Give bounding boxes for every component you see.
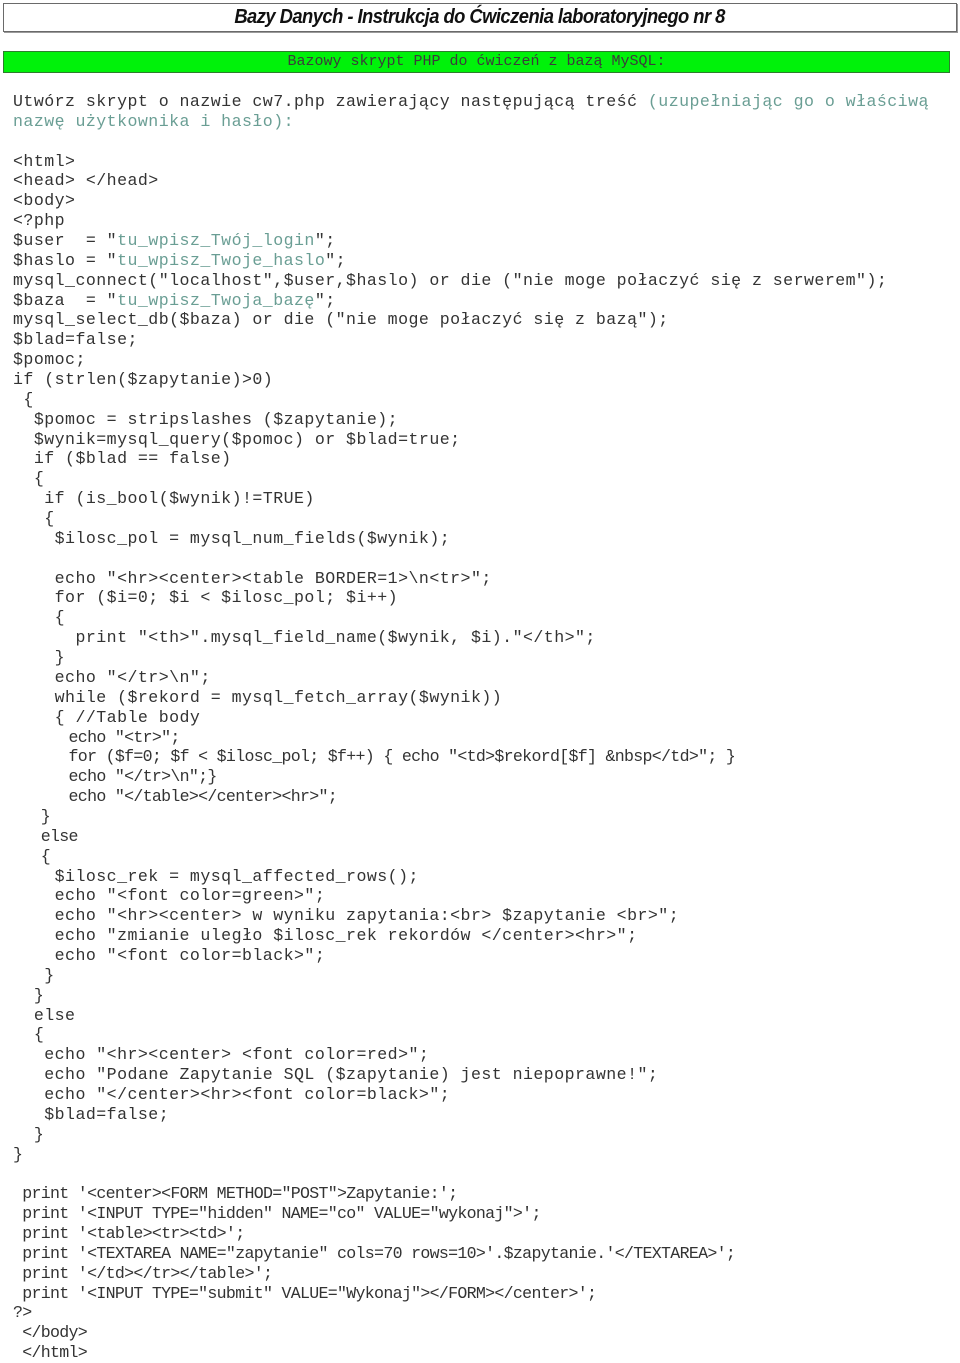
- code-line: <html>: [13, 151, 76, 171]
- intro-line-2: nazwę użytkownika i hasło):: [13, 111, 295, 131]
- code-line: echo "</tr>\n";}: [13, 767, 218, 787]
- code-line: else: [13, 1005, 76, 1025]
- code-line: $wynik=mysql_query($pomoc) or $blad=true…: [13, 429, 461, 449]
- section-heading: Bazowy skrypt PHP do ćwiczeń z bazą MySQ…: [287, 53, 666, 70]
- code-line: echo "<tr>";: [13, 727, 181, 747]
- code-block: <html> <head> </head> <body> <?php $user = …: [13, 152, 953, 1363]
- code-line: if (strlen($zapytanie)>0): [13, 370, 274, 390]
- code-line: if (is_bool($wynik)!=TRUE): [13, 489, 315, 509]
- code-text: ";: [314, 290, 336, 310]
- code-line: <?php: [13, 211, 66, 231]
- code-line: }: [13, 985, 45, 1005]
- code-line: $ilosc_rek = mysql_affected_rows();: [13, 866, 419, 886]
- code-lines-table-body: echo "<tr>"; for ($f=0; $f < $ilosc_pol;…: [13, 728, 953, 867]
- code-line: $blad=false;: [13, 1104, 170, 1124]
- code-line: }: [13, 965, 55, 985]
- code-line: {: [13, 469, 45, 489]
- document-body: Utwórz skrypt o nazwie cw7.php zawierają…: [13, 92, 953, 1363]
- code-line: print '<INPUT TYPE="submit" VALUE="Wykon…: [13, 1283, 597, 1303]
- code-line: { //Table body: [13, 707, 201, 727]
- code-line-haslo: $haslo = "tu_wpisz_Twoje_haslo";: [13, 251, 953, 271]
- code-line-baza: $baza = "tu_wpisz_Twoja_bazę";: [13, 291, 953, 311]
- code-text: $baza = ": [13, 290, 118, 310]
- code-line: {: [13, 509, 55, 529]
- code-line: else: [13, 826, 79, 846]
- document-title: Bazy Danych - Instrukcja do Ćwiczenia la…: [234, 6, 726, 28]
- code-lines-after: mysql_select_db($baza) or die ("nie moge…: [13, 310, 953, 727]
- code-line: while ($rekord = mysql_fetch_array($wyni…: [13, 687, 503, 707]
- code-line: print '</td></tr></table>';: [13, 1263, 273, 1283]
- code-line: print '<center><FORM METHOD="POST">Zapyt…: [13, 1184, 458, 1204]
- code-line: echo "</center><hr><font color=black>";: [13, 1084, 451, 1104]
- code-line: $pomoc = stripslashes ($zapytanie);: [13, 409, 399, 429]
- code-line: <head> </head>: [13, 171, 159, 191]
- password-placeholder: tu_wpisz_Twoje_haslo: [117, 250, 326, 270]
- code-line: echo "zmianie uległo $ilosc_rek rekordów…: [13, 926, 638, 946]
- code-line: print '<TEXTAREA NAME="zapytanie" cols=7…: [13, 1243, 736, 1263]
- code-line: </body>: [13, 1323, 88, 1343]
- login-placeholder: tu_wpisz_Twój_login: [117, 231, 315, 251]
- code-text: ";: [325, 250, 347, 270]
- code-lines-form: print '<center><FORM METHOD="POST">Zapyt…: [13, 1184, 953, 1363]
- code-line: <body>: [13, 191, 76, 211]
- code-line: </html>: [13, 1343, 88, 1363]
- code-line-connect: mysql_connect("localhost",$user,$haslo) …: [13, 270, 888, 290]
- code-line: }: [13, 1124, 45, 1144]
- code-line: }: [13, 1144, 24, 1164]
- code-line: print '<INPUT TYPE="hidden" NAME="co" VA…: [13, 1204, 541, 1224]
- intro-text: Utwórz skrypt o nazwie cw7.php zawierają…: [13, 92, 648, 111]
- code-line: {: [13, 846, 51, 866]
- code-text: $user = ": [13, 231, 118, 251]
- code-line: }: [13, 806, 51, 826]
- code-line: mysql_select_db($baza) or die ("nie moge…: [13, 310, 669, 330]
- document-title-box: Bazy Danych - Instrukcja do Ćwiczenia la…: [3, 3, 957, 32]
- code-line: print "<th>".mysql_field_name($wynik, $i…: [13, 628, 596, 648]
- code-line: ?>: [13, 1303, 32, 1323]
- code-line: echo "</tr>\n";: [13, 667, 211, 687]
- section-heading-box: Bazowy skrypt PHP do ćwiczeń z bazą MySQ…: [3, 51, 950, 73]
- code-line: echo "</table></center><hr>";: [13, 787, 338, 807]
- database-placeholder: tu_wpisz_Twoja_bazę: [117, 290, 315, 310]
- code-line: for ($f=0; $f < $ilosc_pol; $f++) { echo…: [13, 747, 736, 767]
- code-line: {: [13, 389, 34, 409]
- code-lines-else-block: $ilosc_rek = mysql_affected_rows(); echo…: [13, 867, 953, 1185]
- code-text: ";: [314, 231, 336, 251]
- code-line: print '<table><tr><td>';: [13, 1223, 245, 1243]
- code-line: }: [13, 648, 66, 668]
- code-line: echo "<hr><center><table BORDER=1>\n<tr>…: [13, 568, 492, 588]
- code-line: echo "<hr><center> w wyniku zapytania:<b…: [13, 906, 680, 926]
- code-line: if ($blad == false): [13, 449, 232, 469]
- code-line: echo "<font color=black>";: [13, 945, 326, 965]
- intro-hint-1: (uzupełniając go o właściwą: [647, 92, 929, 111]
- code-line: echo "<hr><center> <font color=red>";: [13, 1045, 430, 1065]
- intro-line-1: Utwórz skrypt o nazwie cw7.php zawierają…: [13, 92, 953, 112]
- code-lines-before: <html> <head> </head> <body> <?php: [13, 152, 953, 231]
- code-line: $ilosc_pol = mysql_num_fields($wynik);: [13, 528, 451, 548]
- code-line: {: [13, 1025, 45, 1045]
- code-line: echo "Podane Zapytanie SQL ($zapytanie) …: [13, 1065, 659, 1085]
- code-text: $haslo = ": [13, 250, 118, 270]
- code-line: $pomoc;: [13, 350, 86, 370]
- code-line-user: $user = "tu_wpisz_Twój_login";: [13, 231, 953, 251]
- code-line: $blad=false;: [13, 330, 138, 350]
- code-line: {: [13, 608, 66, 628]
- code-line: echo "<font color=green>";: [13, 886, 326, 906]
- code-line: for ($i=0; $i < $ilosc_pol; $i++): [13, 588, 399, 608]
